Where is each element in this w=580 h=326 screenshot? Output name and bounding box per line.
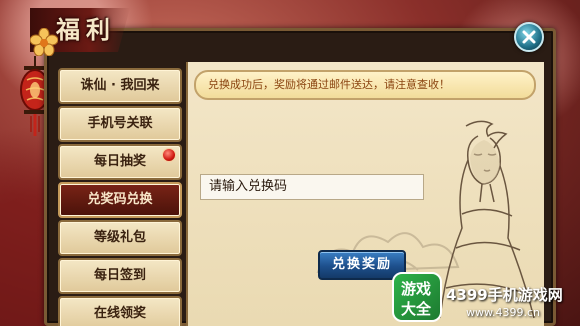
flower-icon (30, 28, 58, 56)
sidebar-item-label: 诛仙 · 我回来 (80, 78, 160, 93)
sidebar-item-label: 等级礼包 (93, 230, 146, 245)
sidebar-menu: 诛仙 · 我回来 手机号关联 每日抽奖 兑奖码兑换 等级礼包 每日签到 在线领奖 (56, 62, 186, 326)
sidebar-item-phone-link[interactable]: 手机号关联 (58, 106, 182, 142)
watermark-badge-bottom: 大全 (401, 300, 432, 318)
watermark-badge-top: 游戏 (401, 280, 432, 298)
sidebar-item-daily-lottery[interactable]: 每日抽奖 (58, 144, 182, 180)
sidebar-item-online-reward[interactable]: 在线领奖 (58, 296, 182, 326)
sidebar-item-label: 兑奖码兑换 (87, 192, 153, 207)
watermark-brand: 4399手机游戏网 (446, 286, 563, 304)
panel-title: 福利 (56, 15, 116, 44)
sidebar-item-label: 手机号关联 (87, 116, 153, 131)
red-dot-icon (162, 148, 176, 162)
sidebar-item-level-gift[interactable]: 等级礼包 (58, 220, 182, 256)
close-button[interactable] (514, 22, 544, 52)
sidebar-item-label: 在线领奖 (93, 306, 146, 321)
close-icon (522, 30, 536, 44)
notice-banner: 兑换成功后，奖励将通过邮件送达，请注意查收！ (194, 70, 536, 100)
sidebar-item-label: 每日抽奖 (93, 154, 146, 169)
watermark-badge: 游戏 大全 (392, 272, 442, 322)
sidebar-item-daily-signin[interactable]: 每日签到 (58, 258, 182, 294)
sidebar-item-label: 每日签到 (93, 268, 146, 283)
sidebar-item-zhuxian-return[interactable]: 诛仙 · 我回来 (58, 68, 182, 104)
watermark-url: www.4399.cn (466, 306, 540, 319)
redeem-code-input[interactable]: 请输入兑换码 (200, 174, 424, 200)
watermark: 游戏 大全 4399手机游戏网 www.4399.cn (392, 272, 580, 326)
sidebar-item-code-redeem[interactable]: 兑奖码兑换 (58, 182, 182, 218)
